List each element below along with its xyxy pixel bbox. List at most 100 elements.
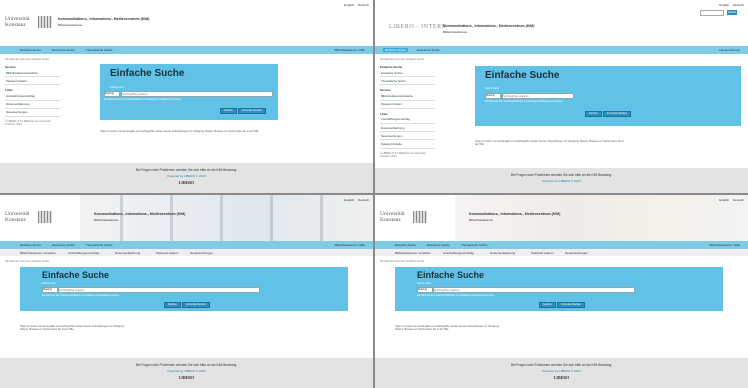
bib-subtitle: Bibliotheksdienste — [443, 30, 468, 34]
search-button[interactable]: Suchen — [539, 302, 556, 308]
search-button[interactable]: Suchen — [220, 108, 237, 114]
link-english[interactable]: English — [344, 3, 354, 7]
panel-bottom-right: English Deutsch Universität Konstanz Kom… — [375, 195, 748, 388]
link-english[interactable]: English — [719, 3, 729, 7]
logo-line2: Konstanz — [380, 217, 401, 223]
breadcrumb: Sie befinden sich hier: einfache Suche — [5, 58, 50, 61]
subnav-item-dokumentlieferung[interactable]: Dokumentlieferung — [490, 251, 515, 255]
search-input[interactable] — [502, 93, 574, 99]
breadcrumb: Sie befinden sich hier: einfache Suche — [380, 58, 425, 61]
sidebar-item-dokumentlieferung[interactable]: Dokumentlieferung — [380, 124, 435, 133]
reset-button[interactable]: Formular löschen — [182, 302, 211, 308]
sidebar-item-thematische[interactable]: Thematische Suche — [380, 77, 435, 86]
search-box: Einfache Suche Suche nach Beliebig Bei K… — [100, 64, 278, 120]
reset-button[interactable]: Formular löschen — [603, 111, 632, 117]
subnav-item-konto[interactable]: Bibliothekskonto / Ausleihe — [20, 251, 56, 255]
nav-bibliothekskonto[interactable]: Bibliothekskonto / Hilfe — [335, 243, 365, 247]
language-links: English Deutsch — [341, 198, 369, 202]
footer-powered[interactable]: Powered by LIBERO © 2023 — [375, 369, 748, 373]
reset-button[interactable]: Formular löschen — [238, 108, 267, 114]
panel-bottom-left: English Deutsch Universität Konstanz Kom… — [0, 195, 373, 388]
link-deutsch[interactable]: Deutsch — [733, 198, 744, 202]
navbar: Einfache Suche Erweiterte Suche Thematis… — [0, 241, 373, 249]
footer-powered[interactable]: Powered by LIBERO © 2023 — [0, 174, 373, 178]
search-hint: Bei Klick auf den Suchbegriff-Button mit… — [104, 98, 182, 101]
search-field-select[interactable]: Beliebig — [485, 93, 501, 99]
subnav-item-dokumentlieferung[interactable]: Dokumentlieferung — [115, 251, 140, 255]
subnav-item-neuerwerbungen[interactable]: Neuerwerbungen — [565, 251, 588, 255]
header: Universität Konstanz Kommunikations-, In… — [0, 10, 373, 46]
nav-bibliothekskonto[interactable]: Bibliothekskonto / Hilfe — [710, 243, 740, 247]
sidebar-item-neuerwerbungen[interactable]: Neuerwerbungen — [5, 109, 60, 117]
search-field-select[interactable]: Beliebig — [104, 91, 120, 97]
sidebar-item-neuerwerbungen[interactable]: Neuerwerbungen — [380, 132, 435, 141]
nav-thematische-suche[interactable]: Thematische Suche — [461, 243, 488, 247]
link-english[interactable]: English — [719, 198, 729, 202]
nav-erweiterte-suche[interactable]: Erweiterte Suche — [52, 243, 75, 247]
sidebar-footer: © LIBERO v6.3.1 Bibliothek der Universit… — [380, 151, 426, 158]
libero-logo[interactable]: LIBERO - INTERN — [389, 24, 447, 30]
nav-erweiterte-suche[interactable]: Erweiterte Suche — [52, 48, 75, 52]
sidebar-item-bibliothekskonto[interactable]: Bibliothekskonto/Ausleihe — [5, 69, 60, 78]
subnav-item-anschaffung[interactable]: Anschaffungsvorschlag — [443, 251, 474, 255]
sidebar-item-anschaffung[interactable]: Anschaffungsvorschlag — [380, 116, 435, 124]
sidebar-item-dokumentlieferung[interactable]: Dokumentlieferung — [5, 101, 60, 109]
nav-thematische-suche[interactable]: Thematische Suche — [86, 48, 113, 52]
sidebar-item-passwort[interactable]: Passwort ändern — [5, 77, 60, 86]
search-field-select[interactable]: Beliebig — [42, 287, 58, 293]
sidebar-item-erweiterte[interactable]: Erweiterte Suche — [380, 69, 435, 78]
footer-help: Bei Fragen oder Problemen wenden Sie sic… — [135, 168, 238, 172]
subnav-item-passwort[interactable]: Passwort ändern — [156, 251, 179, 255]
search-tips: Tipps zur Suche: bei der Eingabe von Suc… — [20, 325, 125, 331]
search-input[interactable] — [121, 91, 273, 97]
search-label: Suche nach — [485, 87, 499, 90]
sidebar-item-anschaffung[interactable]: Anschaffungsvorschlag — [5, 92, 60, 101]
search-label: Suche nach — [417, 282, 431, 285]
kim-title: Kommunikations-, Informations-, Medience… — [94, 212, 186, 216]
reset-button[interactable]: Formular löschen — [557, 302, 586, 308]
link-deutsch[interactable]: Deutsch — [733, 3, 744, 7]
search-field-select[interactable]: Beliebig — [417, 287, 433, 293]
nav-einfache-suche[interactable]: Einfache Suche — [20, 48, 41, 52]
nav-erweiterte-suche[interactable]: Erweiterte Suche — [417, 48, 440, 52]
search-button[interactable]: Suchen — [585, 111, 602, 117]
university-logo[interactable]: Universität Konstanz — [5, 16, 29, 28]
select-value: Beliebig — [418, 288, 427, 291]
sidebar-item-bibliothekskonto[interactable]: Bibliothekskonto/Ausleihe — [380, 92, 435, 101]
footer-powered[interactable]: Powered by LIBERO © 2023 — [375, 179, 748, 183]
subnav-item-passwort[interactable]: Passwort ändern — [531, 251, 554, 255]
university-logo[interactable]: Universität Konstanz — [380, 211, 404, 223]
link-deutsch[interactable]: Deutsch — [358, 3, 369, 7]
nav-einfache-suche[interactable]: Einfache Suche — [20, 243, 41, 247]
navbar: Einfache Suche Erweiterte Suche Library … — [375, 46, 748, 54]
link-deutsch[interactable]: Deutsch — [358, 198, 369, 202]
search-hint: Bei Klick auf den Suchbegriff-Button mit… — [42, 294, 120, 297]
subnav-item-anschaffung[interactable]: Anschaffungsvorschlag — [68, 251, 99, 255]
search-input[interactable] — [433, 287, 635, 293]
search-input[interactable] — [58, 287, 260, 293]
link-english[interactable]: English — [344, 198, 354, 202]
search-button[interactable]: Suchen — [164, 302, 181, 308]
footer-help: Bei Fragen oder Problemen wenden Sie sic… — [135, 363, 238, 367]
footer-libero-logo: LIBERO — [178, 375, 195, 380]
language-links: English Deutsch — [341, 3, 369, 7]
sidebar-item-passwort[interactable]: Passwort ändern — [380, 101, 435, 109]
bib-subtitle: Bibliotheksdienste — [94, 218, 119, 222]
university-logo[interactable]: Universität Konstanz — [5, 211, 29, 223]
subnav-item-konto[interactable]: Bibliothekskonto / Ausleihe — [395, 251, 431, 255]
nav-thematische-suche[interactable]: Thematische Suche — [86, 243, 113, 247]
panel-top-left: English Deutsch Universität Konstanz Kom… — [0, 0, 373, 193]
nav-erweiterte-suche[interactable]: Erweiterte Suche — [427, 243, 450, 247]
sidebar-item-katalog[interactable]: Katalog Infoseite — [380, 140, 435, 149]
subnav-item-neuerwerbungen[interactable]: Neuerwerbungen — [190, 251, 213, 255]
nav-einfache-suche[interactable]: Einfache Suche — [383, 48, 409, 52]
footer-powered[interactable]: Powered by LIBERO © 2023 — [0, 369, 373, 373]
top-bar: English Deutsch — [0, 0, 373, 10]
nav-einfache-suche[interactable]: Einfache Suche — [395, 243, 416, 247]
language-links: English Deutsch — [716, 3, 744, 7]
search-tips: Tipps zur Suche: bei der Eingabe von Suc… — [475, 140, 624, 146]
nav-library-account[interactable]: Library Account — [719, 48, 740, 52]
nav-bibliothekskonto[interactable]: Bibliothekskonto / Hilfe — [335, 48, 365, 52]
bib-subtitle: Bibliotheksdienste — [58, 23, 83, 27]
top-bar: English Deutsch — [375, 195, 748, 205]
